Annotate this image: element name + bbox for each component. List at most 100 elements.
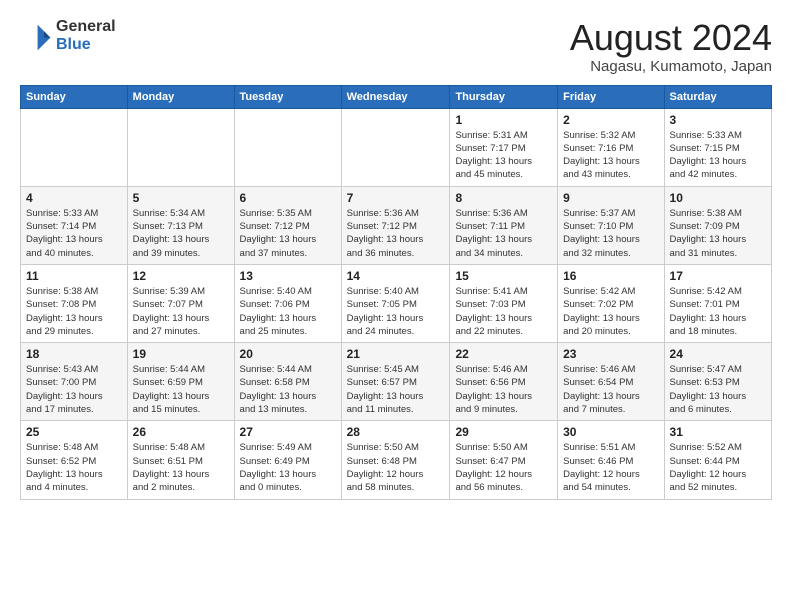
calendar-cell: 27 Sunrise: 5:49 AM Sunset: 6:49 PM Dayli… — [234, 421, 341, 499]
calendar-cell: 21Sunrise: 5:45 AM Sunset: 6:57 PM Dayli… — [341, 343, 450, 421]
weekday-header-wednesday: Wednesday — [341, 85, 450, 108]
calendar-cell: 9 Sunrise: 5:37 AM Sunset: 7:10 PM Daylig… — [558, 186, 664, 264]
calendar-cell: 18Sunrise: 5:43 AM Sunset: 7:00 PM Dayli… — [21, 343, 128, 421]
day-number: 14 — [347, 269, 445, 283]
calendar-cell — [234, 108, 341, 186]
calendar-cell: 6 Sunrise: 5:35 AM Sunset: 7:12 PM Daylig… — [234, 186, 341, 264]
logo-icon — [20, 20, 52, 52]
day-info: Sunrise: 5:42 AM Sunset: 7:01 PM Dayligh… — [670, 285, 766, 338]
day-info: Sunrise: 5:40 AM Sunset: 7:05 PM Dayligh… — [347, 285, 445, 338]
logo-general-text: General — [56, 18, 116, 36]
calendar-week-row: 18Sunrise: 5:43 AM Sunset: 7:00 PM Dayli… — [21, 343, 772, 421]
day-info: Sunrise: 5:40 AM Sunset: 7:06 PM Dayligh… — [240, 285, 336, 338]
day-info: Sunrise: 5:48 AM Sunset: 6:51 PM Dayligh… — [133, 441, 229, 494]
day-number: 22 — [455, 347, 552, 361]
location-subtitle: Nagasu, Kumamoto, Japan — [570, 58, 772, 75]
header: General Blue August 2024 Nagasu, Kumamot… — [20, 18, 772, 75]
calendar-cell — [127, 108, 234, 186]
day-info: Sunrise: 5:46 AM Sunset: 6:54 PM Dayligh… — [563, 363, 658, 416]
day-info: Sunrise: 5:32 AM Sunset: 7:16 PM Dayligh… — [563, 129, 658, 182]
calendar-cell: 29Sunrise: 5:50 AM Sunset: 6:47 PM Dayli… — [450, 421, 558, 499]
calendar-week-row: 4Sunrise: 5:33 AM Sunset: 7:14 PM Daylig… — [21, 186, 772, 264]
weekday-header-thursday: Thursday — [450, 85, 558, 108]
main-title: August 2024 — [570, 18, 772, 58]
day-number: 5 — [133, 191, 229, 205]
calendar-cell: 5 Sunrise: 5:34 AM Sunset: 7:13 PM Daylig… — [127, 186, 234, 264]
day-number: 28 — [347, 425, 445, 439]
day-number: 9 — [563, 191, 658, 205]
day-info: Sunrise: 5:49 AM Sunset: 6:49 PM Dayligh… — [240, 441, 336, 494]
calendar-cell: 17 Sunrise: 5:42 AM Sunset: 7:01 PM Dayli… — [664, 264, 771, 342]
calendar-cell: 28 Sunrise: 5:50 AM Sunset: 6:48 PM Dayli… — [341, 421, 450, 499]
day-number: 23 — [563, 347, 658, 361]
calendar-week-row: 25Sunrise: 5:48 AM Sunset: 6:52 PM Dayli… — [21, 421, 772, 499]
day-number: 10 — [670, 191, 766, 205]
calendar-cell: 16 Sunrise: 5:42 AM Sunset: 7:02 PM Dayli… — [558, 264, 664, 342]
day-info: Sunrise: 5:44 AM Sunset: 6:58 PM Dayligh… — [240, 363, 336, 416]
day-info: Sunrise: 5:42 AM Sunset: 7:02 PM Dayligh… — [563, 285, 658, 338]
calendar-cell: 13 Sunrise: 5:40 AM Sunset: 7:06 PM Dayli… — [234, 264, 341, 342]
calendar-cell: 8Sunrise: 5:36 AM Sunset: 7:11 PM Daylig… — [450, 186, 558, 264]
day-info: Sunrise: 5:37 AM Sunset: 7:10 PM Dayligh… — [563, 207, 658, 260]
weekday-header-friday: Friday — [558, 85, 664, 108]
day-number: 4 — [26, 191, 122, 205]
weekday-header-monday: Monday — [127, 85, 234, 108]
calendar-cell: 20 Sunrise: 5:44 AM Sunset: 6:58 PM Dayli… — [234, 343, 341, 421]
day-number: 11 — [26, 269, 122, 283]
calendar-cell: 30Sunrise: 5:51 AM Sunset: 6:46 PM Dayli… — [558, 421, 664, 499]
calendar-cell: 25Sunrise: 5:48 AM Sunset: 6:52 PM Dayli… — [21, 421, 128, 499]
calendar-cell: 24 Sunrise: 5:47 AM Sunset: 6:53 PM Dayli… — [664, 343, 771, 421]
logo: General Blue — [20, 18, 116, 53]
day-number: 3 — [670, 113, 766, 127]
day-number: 21 — [347, 347, 445, 361]
day-info: Sunrise: 5:41 AM Sunset: 7:03 PM Dayligh… — [455, 285, 552, 338]
calendar-cell: 4Sunrise: 5:33 AM Sunset: 7:14 PM Daylig… — [21, 186, 128, 264]
calendar-cell: 3Sunrise: 5:33 AM Sunset: 7:15 PM Daylig… — [664, 108, 771, 186]
weekday-header-saturday: Saturday — [664, 85, 771, 108]
calendar-cell — [341, 108, 450, 186]
day-number: 19 — [133, 347, 229, 361]
day-number: 26 — [133, 425, 229, 439]
day-info: Sunrise: 5:36 AM Sunset: 7:12 PM Dayligh… — [347, 207, 445, 260]
day-number: 1 — [455, 113, 552, 127]
calendar-cell: 11Sunrise: 5:38 AM Sunset: 7:08 PM Dayli… — [21, 264, 128, 342]
day-info: Sunrise: 5:44 AM Sunset: 6:59 PM Dayligh… — [133, 363, 229, 416]
calendar-cell: 2 Sunrise: 5:32 AM Sunset: 7:16 PM Daylig… — [558, 108, 664, 186]
calendar-cell: 14 Sunrise: 5:40 AM Sunset: 7:05 PM Dayli… — [341, 264, 450, 342]
weekday-header-tuesday: Tuesday — [234, 85, 341, 108]
page: General Blue August 2024 Nagasu, Kumamot… — [0, 0, 792, 612]
day-number: 24 — [670, 347, 766, 361]
calendar-cell: 7 Sunrise: 5:36 AM Sunset: 7:12 PM Daylig… — [341, 186, 450, 264]
day-info: Sunrise: 5:46 AM Sunset: 6:56 PM Dayligh… — [455, 363, 552, 416]
day-number: 25 — [26, 425, 122, 439]
day-number: 2 — [563, 113, 658, 127]
calendar-cell — [21, 108, 128, 186]
day-info: Sunrise: 5:47 AM Sunset: 6:53 PM Dayligh… — [670, 363, 766, 416]
day-number: 17 — [670, 269, 766, 283]
day-number: 6 — [240, 191, 336, 205]
day-info: Sunrise: 5:35 AM Sunset: 7:12 PM Dayligh… — [240, 207, 336, 260]
logo-blue-text: Blue — [56, 36, 116, 54]
calendar-header: SundayMondayTuesdayWednesdayThursdayFrid… — [21, 85, 772, 108]
day-info: Sunrise: 5:51 AM Sunset: 6:46 PM Dayligh… — [563, 441, 658, 494]
day-info: Sunrise: 5:52 AM Sunset: 6:44 PM Dayligh… — [670, 441, 766, 494]
day-number: 7 — [347, 191, 445, 205]
day-number: 27 — [240, 425, 336, 439]
day-number: 20 — [240, 347, 336, 361]
calendar-cell: 15 Sunrise: 5:41 AM Sunset: 7:03 PM Dayli… — [450, 264, 558, 342]
day-number: 8 — [455, 191, 552, 205]
day-number: 13 — [240, 269, 336, 283]
day-info: Sunrise: 5:31 AM Sunset: 7:17 PM Dayligh… — [455, 129, 552, 182]
weekday-header-row: SundayMondayTuesdayWednesdayThursdayFrid… — [21, 85, 772, 108]
day-number: 15 — [455, 269, 552, 283]
day-number: 16 — [563, 269, 658, 283]
calendar-cell: 1 Sunrise: 5:31 AM Sunset: 7:17 PM Daylig… — [450, 108, 558, 186]
weekday-header-sunday: Sunday — [21, 85, 128, 108]
day-info: Sunrise: 5:50 AM Sunset: 6:47 PM Dayligh… — [455, 441, 552, 494]
calendar-cell: 12Sunrise: 5:39 AM Sunset: 7:07 PM Dayli… — [127, 264, 234, 342]
title-block: August 2024 Nagasu, Kumamoto, Japan — [570, 18, 772, 75]
day-info: Sunrise: 5:50 AM Sunset: 6:48 PM Dayligh… — [347, 441, 445, 494]
day-info: Sunrise: 5:34 AM Sunset: 7:13 PM Dayligh… — [133, 207, 229, 260]
calendar-body: 1 Sunrise: 5:31 AM Sunset: 7:17 PM Daylig… — [21, 108, 772, 499]
calendar-cell: 10Sunrise: 5:38 AM Sunset: 7:09 PM Dayli… — [664, 186, 771, 264]
